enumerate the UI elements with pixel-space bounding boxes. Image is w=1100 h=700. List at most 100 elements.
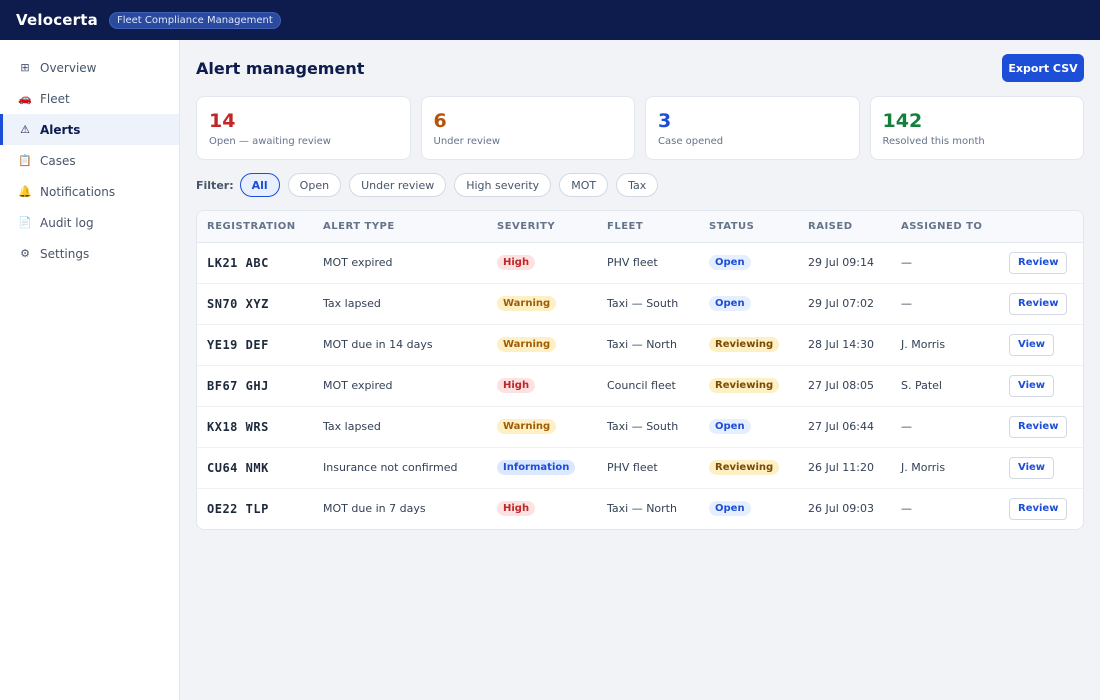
table-row[interactable]: SN70 XYZ Tax lapsed Warning Taxi — South Ope… [197, 283, 1083, 325]
brand-name[interactable]: Velocerta [16, 11, 98, 29]
stat-card-under-review: 6 Under review [420, 96, 635, 160]
severity-badge: High [497, 501, 536, 517]
fleet-cell: Taxi — South [597, 283, 699, 325]
stat-label: Open — awaiting review [209, 136, 331, 147]
raised-cell: 29 Jul 07:02 [798, 283, 891, 325]
severity-badge: Warning [497, 296, 557, 311]
sidebar-item-settings[interactable]: ⚙ Settings [0, 238, 179, 269]
filter-chip-tax[interactable]: Tax [616, 173, 659, 197]
action-cell: Review [999, 488, 1083, 529]
filter-chip-high-severity[interactable]: High severity [454, 173, 552, 197]
fleet-cell: Taxi — South [597, 406, 699, 448]
status-badge: Open [709, 501, 751, 517]
export-csv-button[interactable]: Export CSV [1002, 54, 1084, 82]
sidebar-item-alerts[interactable]: ⚠ Alerts [0, 114, 179, 145]
view-button[interactable]: View [1009, 333, 1055, 356]
sidebar-item-label: Cases [40, 153, 76, 168]
table-row[interactable]: OE22 TLP MOT due in 7 days High Taxi — Nort… [197, 488, 1083, 529]
sidebar-item-label: Settings [40, 246, 90, 261]
registration-plate: BF67 GHJ [207, 378, 269, 393]
registration-cell: KX18 WRS [197, 406, 313, 448]
stat-card-resolved-this-month: 142 Resolved this month [869, 96, 1084, 160]
action-cell: View [999, 324, 1083, 366]
status-cell: Open [699, 406, 798, 448]
registration-plate: YE19 DEF [207, 337, 269, 352]
assigned-cell: — [891, 283, 999, 325]
raised-cell: 27 Jul 08:05 [798, 365, 891, 407]
severity-cell: High [487, 488, 597, 529]
alert-type-cell: MOT due in 14 days [313, 324, 487, 366]
table-row[interactable]: CU64 NMK Insurance not confirmed Informati… [197, 447, 1083, 489]
grid-icon: ⊞ [20, 61, 30, 74]
column-header-alert-type: ALERT TYPE [313, 211, 487, 243]
severity-cell: Warning [487, 324, 597, 366]
filter-chip-under-review[interactable]: Under review [349, 173, 447, 197]
raised-cell: 27 Jul 06:44 [798, 406, 891, 448]
gear-icon: ⚙ [20, 247, 30, 260]
status-badge: Reviewing [709, 460, 780, 475]
assigned-cell: J. Morris [891, 447, 999, 489]
alert-type-cell: MOT expired [313, 365, 487, 407]
action-cell: View [999, 365, 1083, 407]
raised-cell: 28 Jul 14:30 [798, 324, 891, 366]
table-header-row: REGISTRATION ALERT TYPE SEVERITY FLEET STATU… [197, 211, 1083, 243]
status-badge: Open [709, 419, 751, 434]
filter-chip-mot[interactable]: MOT [559, 173, 609, 197]
stat-label: Under review [433, 136, 501, 147]
sidebar-item-label: Notifications [40, 184, 116, 199]
stat-label: Case opened [658, 136, 724, 147]
status-cell: Reviewing [699, 324, 798, 366]
alerts-table: REGISTRATION ALERT TYPE SEVERITY FLEET STATU… [197, 211, 1083, 529]
sidebar-item-fleet[interactable]: 🚗 Fleet [0, 83, 179, 114]
car-icon: 🚗 [18, 92, 32, 105]
clipboard-icon: 📋 [18, 154, 32, 167]
assigned-cell: — [891, 242, 999, 284]
sidebar-item-overview[interactable]: ⊞ Overview [0, 52, 179, 83]
status-cell: Open [699, 488, 798, 529]
fleet-cell: PHV fleet [597, 242, 699, 284]
severity-badge: High [497, 255, 536, 270]
sidebar-item-label: Overview [40, 60, 97, 75]
action-cell: Review [999, 242, 1083, 284]
stats-row: 14 Open — awaiting review 6 Under review 3 Ca… [196, 96, 1084, 160]
assigned-cell: — [901, 502, 912, 516]
column-header-registration: REGISTRATION [197, 211, 313, 243]
registration-cell: CU64 NMK [197, 447, 313, 489]
view-button[interactable]: View [1009, 374, 1055, 397]
registration-plate: LK21 ABC [207, 255, 269, 270]
table-row[interactable]: YE19 DEF MOT due in 14 days Warning Taxi — … [197, 324, 1083, 366]
review-button[interactable]: Review [1009, 251, 1068, 274]
stat-value: 3 [658, 110, 672, 132]
status-badge: Reviewing [709, 378, 780, 393]
view-button[interactable]: View [1009, 456, 1055, 479]
review-button[interactable]: Review [1009, 497, 1068, 520]
sidebar-item-audit-log[interactable]: 📄 Audit log [0, 207, 179, 238]
sidebar-item-notifications[interactable]: 🔔 Notifications [0, 176, 179, 207]
table-row[interactable]: KX18 WRS Tax lapsed Warning Taxi — South Ope… [197, 406, 1083, 448]
table-row[interactable]: BF67 GHJ MOT expired High Council fleet Revi… [197, 365, 1083, 407]
page-title: Alert management [196, 58, 365, 78]
registration-plate: CU64 NMK [207, 460, 269, 475]
registration-cell: YE19 DEF [197, 324, 313, 366]
column-header-fleet: FLEET [597, 211, 699, 243]
assigned-cell: J. Morris [891, 324, 999, 366]
stat-label: Resolved this month [882, 136, 985, 147]
registration-plate: OE22 TLP [207, 501, 269, 516]
sidebar-item-cases[interactable]: 📋 Cases [0, 145, 179, 176]
registration-plate: KX18 WRS [207, 419, 269, 434]
warning-icon: ⚠ [20, 123, 30, 136]
document-icon: 📄 [18, 216, 32, 229]
filter-chip-all[interactable]: All [239, 173, 280, 197]
fleet-cell: Council fleet [597, 365, 699, 407]
sidebar-item-label: Fleet [40, 91, 70, 106]
review-button[interactable]: Review [1009, 415, 1068, 438]
fleet-cell: PHV fleet [597, 447, 699, 489]
severity-cell: Information [487, 447, 597, 489]
severity-badge: High [497, 378, 536, 393]
filter-chip-open[interactable]: Open [287, 173, 342, 197]
review-button[interactable]: Review [1009, 292, 1068, 315]
stat-card-case-opened: 3 Case opened [645, 96, 860, 160]
status-cell: Open [699, 242, 798, 284]
table-row[interactable]: LK21 ABC MOT expired High PHV fleet Open 29 J… [197, 242, 1083, 284]
sidebar-item-label: Alerts [40, 122, 81, 137]
